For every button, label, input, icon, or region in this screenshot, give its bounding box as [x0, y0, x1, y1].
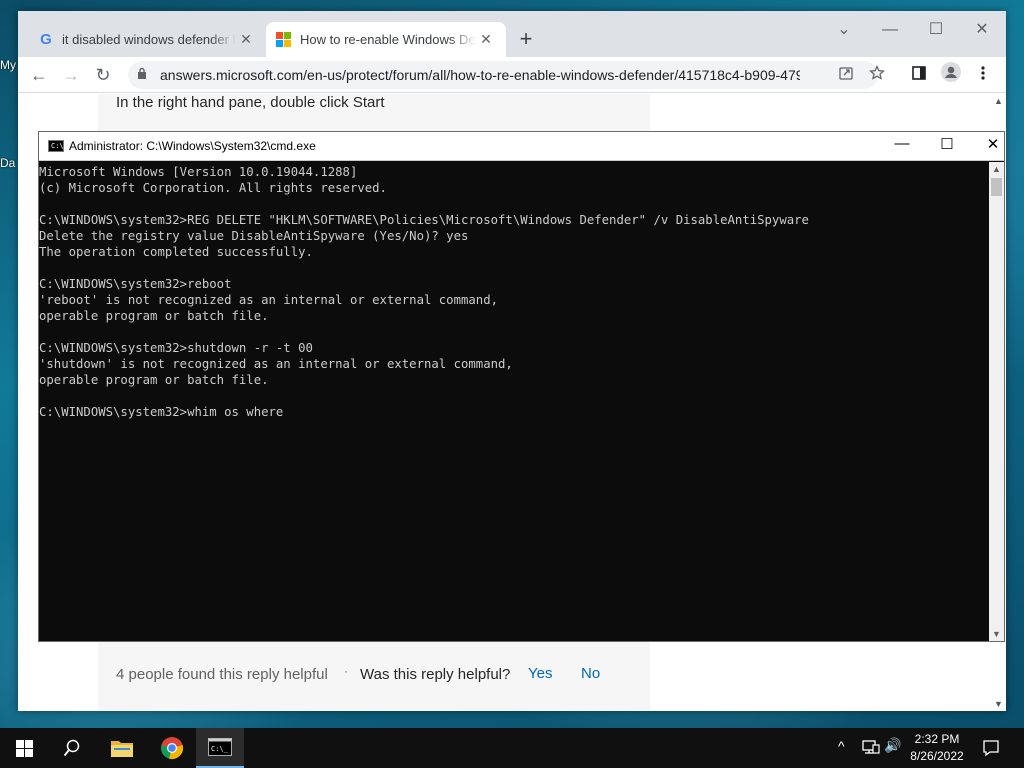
- notifications-icon[interactable]: [968, 728, 1014, 768]
- console-output[interactable]: Microsoft Windows [Version 10.0.19044.12…: [39, 162, 989, 641]
- console-line: C:\WINDOWS\system32>shutdown -r -t 00: [39, 341, 313, 355]
- clock-date: 8/26/2022: [910, 749, 964, 763]
- close-tab-icon[interactable]: ✕: [476, 31, 496, 48]
- tab-title: How to re-enable Windows Defender: [300, 32, 476, 47]
- scroll-up-arrow-icon[interactable]: ▲: [994, 96, 1003, 106]
- network-icon[interactable]: [862, 739, 880, 758]
- close-tab-icon[interactable]: ✕: [236, 31, 256, 48]
- taskbar: C:\_ ^ 🔊 2:32 PM 8/26/2022: [0, 728, 1024, 768]
- forward-button[interactable]: →: [58, 62, 84, 88]
- more-menu-icon[interactable]: [970, 62, 996, 88]
- yes-link[interactable]: Yes: [528, 665, 552, 682]
- microsoft-icon: [276, 31, 292, 48]
- tab-strip: G it disabled windows defender how to tu…: [18, 11, 1006, 57]
- console-line: operable program or batch file.: [39, 373, 269, 387]
- close-window-button[interactable]: ✕: [968, 19, 996, 39]
- console-line: C:\WINDOWS\system32>whim os where: [39, 405, 284, 419]
- console-line: C:\WINDOWS\system32>REG DELETE "HKLM\SOF…: [39, 213, 809, 227]
- helpful-count: 4 people found this reply helpful: [116, 666, 328, 683]
- helpful-question: Was this reply helpful?: [360, 666, 511, 683]
- file-explorer-icon[interactable]: [98, 728, 146, 768]
- windows-logo-icon: [15, 739, 33, 757]
- cmd-title: Administrator: C:\Windows\System32\cmd.e…: [69, 139, 316, 153]
- tab-title: it disabled windows defender how to turn…: [62, 32, 236, 47]
- tab-search-dropdown-icon[interactable]: ⌄: [830, 19, 858, 39]
- console-line: C:\WINDOWS\system32>reboot: [39, 277, 232, 291]
- chrome-icon[interactable]: [148, 728, 196, 768]
- console-line: 'shutdown' is not recognized as an inter…: [39, 357, 513, 371]
- cmd-maximize-button[interactable]: ☐: [932, 135, 962, 153]
- address-bar[interactable]: answers.microsoft.com/en-us/protect/foru…: [128, 61, 878, 89]
- console-line: Microsoft Windows [Version 10.0.19044.12…: [39, 165, 358, 179]
- cmd-window-icon: C:\: [48, 140, 64, 152]
- console-line: Delete the registry value DisableAntiSpy…: [39, 229, 469, 243]
- instruction-text: In the right hand pane, double click Sta…: [116, 94, 385, 111]
- cmd-title-bar[interactable]: C:\ Administrator: C:\Windows\System32\c…: [39, 132, 1004, 161]
- google-icon: G: [40, 30, 52, 48]
- url-text[interactable]: answers.microsoft.com/en-us/protect/foru…: [160, 67, 800, 83]
- browser-toolbar: ← → ↻ answers.microsoft.com/en-us/protec…: [18, 57, 1006, 93]
- speaker-icon[interactable]: 🔊: [884, 737, 901, 754]
- no-link[interactable]: No: [581, 665, 600, 682]
- console-line: The operation completed successfully.: [39, 245, 313, 259]
- side-panel-icon[interactable]: [906, 62, 932, 88]
- cmd-taskbar-icon[interactable]: C:\_: [196, 728, 244, 768]
- start-button[interactable]: [0, 728, 48, 768]
- scroll-down-arrow-icon[interactable]: ▼: [994, 699, 1003, 709]
- cmd-minimize-button[interactable]: —: [887, 135, 917, 152]
- share-icon[interactable]: [838, 65, 854, 84]
- console-line: (c) Microsoft Corporation. All rights re…: [39, 181, 387, 195]
- scroll-thumb[interactable]: [991, 178, 1002, 196]
- desktop-icon-label[interactable]: Da: [0, 156, 18, 170]
- svg-text:C:\_: C:\_: [211, 745, 229, 753]
- maximize-button[interactable]: ☐: [922, 19, 950, 39]
- tab-google-search[interactable]: G it disabled windows defender how to tu…: [28, 22, 266, 57]
- clock[interactable]: 2:32 PM 8/26/2022: [902, 731, 972, 765]
- lock-icon[interactable]: [137, 67, 147, 82]
- desktop-icon-label[interactable]: My: [0, 58, 18, 72]
- console-line: operable program or batch file.: [39, 309, 269, 323]
- reload-button[interactable]: ↻: [90, 62, 116, 88]
- search-icon[interactable]: [48, 728, 96, 768]
- bookmark-star-icon[interactable]: [864, 62, 890, 88]
- scroll-up-arrow-icon[interactable]: ▲: [992, 164, 1001, 174]
- scroll-down-arrow-icon[interactable]: ▼: [992, 629, 1001, 639]
- console-scrollbar[interactable]: ▲ ▼: [989, 162, 1004, 641]
- clock-time: 2:32 PM: [914, 732, 960, 746]
- minimize-button[interactable]: —: [876, 21, 904, 39]
- back-button[interactable]: ←: [26, 62, 52, 88]
- console-line: 'reboot' is not recognized as an interna…: [39, 293, 499, 307]
- tray-chevron-icon[interactable]: ^: [838, 738, 845, 754]
- profile-avatar-icon[interactable]: [938, 62, 964, 88]
- cmd-window[interactable]: C:\ Administrator: C:\Windows\System32\c…: [38, 131, 1005, 642]
- cmd-close-button[interactable]: ✕: [978, 135, 1008, 153]
- separator: ·: [344, 664, 348, 678]
- tab-microsoft-answers[interactable]: How to re-enable Windows Defender ✕: [266, 22, 506, 57]
- new-tab-button[interactable]: +: [514, 28, 538, 52]
